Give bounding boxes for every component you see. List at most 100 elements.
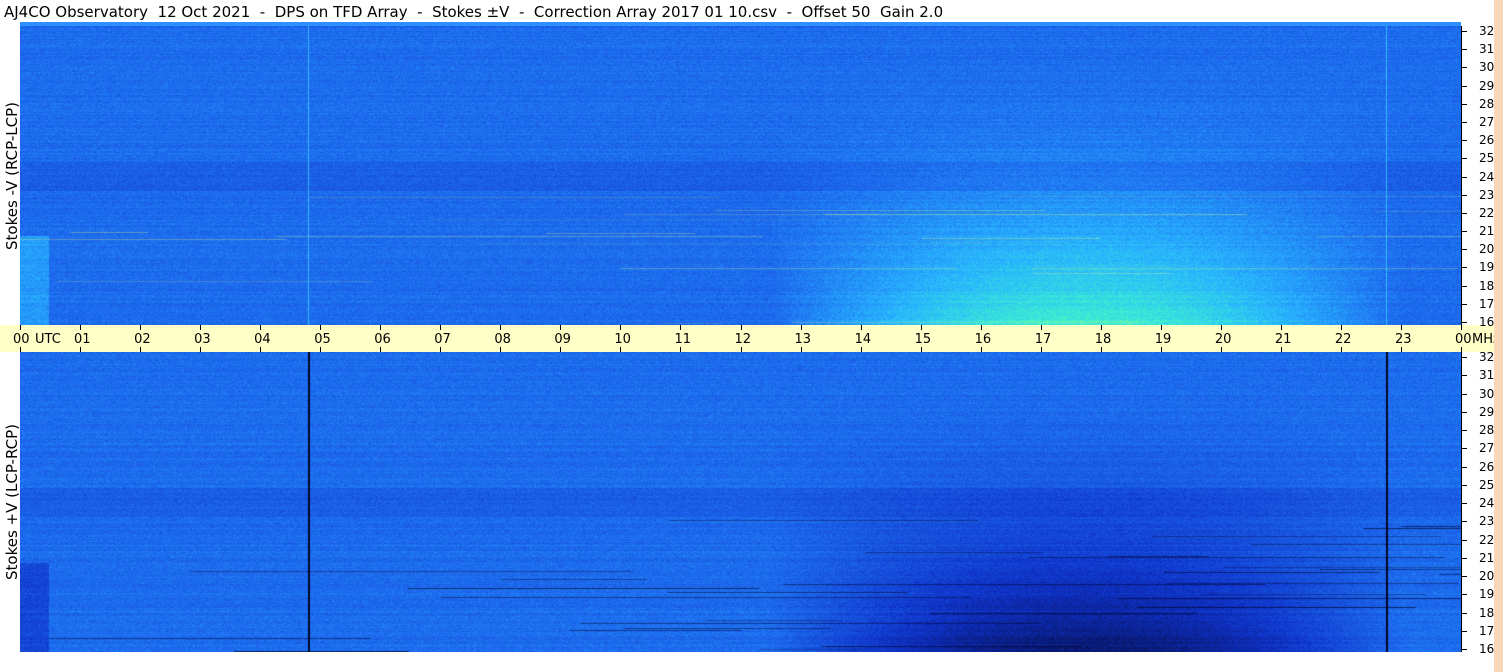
x-tick-mark: [20, 325, 21, 330]
y-tick-mark: [1461, 177, 1467, 178]
y-tick-mark: [1461, 322, 1467, 323]
y-tick-mark: [1461, 104, 1467, 105]
x-tick-label: 05: [314, 332, 331, 347]
x-tick-label: 11: [674, 332, 691, 347]
y-axis-line: [1461, 352, 1462, 652]
ylabel-bottom: Stokes +V (LCP-RCP): [3, 424, 21, 580]
x-tick-mark: [620, 325, 622, 330]
y-tick-label: 27: [1479, 115, 1495, 129]
x-tick-label: 22: [1334, 332, 1352, 347]
y-tick-label: 20: [1479, 569, 1495, 583]
x-tick-label: 01: [74, 332, 91, 347]
x-tick-label: 13: [794, 332, 812, 347]
x-tick-label: 19: [1154, 332, 1172, 347]
x-tick-label: 02: [134, 332, 151, 347]
x-tick-mark: [1100, 325, 1102, 330]
x-tick-mark: [860, 325, 862, 330]
y-tick-label: 18: [1479, 606, 1495, 620]
y-tick-mark: [1461, 503, 1467, 504]
x-tick-label: 20: [1214, 332, 1232, 347]
y-tick-label: 29: [1479, 405, 1495, 419]
page-title: AJ4CO Observatory 12 Oct 2021 - DPS on T…: [4, 3, 944, 21]
y-tick-mark: [1461, 558, 1467, 559]
y-tick-mark: [1461, 357, 1467, 358]
y-tick-label: 24: [1479, 170, 1495, 184]
y-tick-mark: [1461, 140, 1467, 141]
y-tick-mark: [1461, 195, 1467, 196]
y-tick-label: 25: [1479, 478, 1495, 492]
x-tick-label: 12: [734, 332, 752, 347]
y-tick-mark: [1461, 485, 1467, 486]
x-tick-mark: [1400, 325, 1402, 330]
y-tick-mark: [1461, 430, 1467, 431]
spectrogram-top: [20, 26, 1461, 325]
x-tick-label: 07: [434, 332, 451, 347]
x-tick-label: 16: [974, 332, 992, 347]
y-tick-mark: [1461, 49, 1467, 50]
y-tick-label: 31: [1479, 42, 1495, 56]
y-tick-mark: [1461, 158, 1467, 159]
heatmap-top: [20, 26, 1461, 325]
y-tick-mark: [1461, 576, 1467, 577]
y-tick-mark: [1461, 649, 1467, 650]
y-tick-mark: [1461, 304, 1467, 305]
x-tick-mark: [560, 325, 562, 330]
x-tick-mark: [740, 325, 742, 330]
x-tick-mark: [920, 325, 922, 330]
x-tick-mark: [680, 325, 682, 330]
x-tick-label: 04: [254, 332, 271, 347]
x-unit-label: UTC: [35, 332, 61, 347]
y-tick-mark: [1461, 540, 1467, 541]
y-tick-label: 20: [1479, 242, 1495, 256]
y-tick-mark: [1461, 249, 1467, 250]
y-tick-label: 19: [1479, 587, 1495, 601]
x-tick-mark: [980, 325, 982, 330]
y-tick-label: 23: [1479, 514, 1495, 528]
y-tick-label: 28: [1479, 97, 1495, 111]
x-tick-mark: [1040, 325, 1042, 330]
y-tick-label: 27: [1479, 441, 1495, 455]
y-tick-label: 28: [1479, 423, 1495, 437]
ylabel-top: Stokes -V (RCP-LCP): [3, 101, 21, 250]
y-tick-label: 21: [1479, 551, 1495, 565]
x-tick-label: 10: [614, 332, 631, 347]
x-tick-mark: [1160, 325, 1162, 330]
y-tick-label: 26: [1479, 133, 1495, 147]
x-tick-mark: [800, 325, 802, 330]
y-tick-label: 23: [1479, 188, 1495, 202]
y-tick-mark: [1461, 86, 1467, 87]
x-tick-label: 21: [1274, 332, 1292, 347]
y-tick-label: 16: [1479, 315, 1495, 329]
x-tick-mark: [1340, 325, 1342, 330]
x-tick-label: 00: [1455, 332, 1472, 347]
y-tick-mark: [1461, 448, 1467, 449]
x-tick-mark: [320, 325, 322, 330]
y-tick-label: 25: [1479, 151, 1495, 165]
y-tick-label: 22: [1479, 533, 1495, 547]
y-tick-mark: [1461, 213, 1467, 214]
y-tick-label: 32: [1479, 24, 1495, 38]
x-tick-label: 06: [374, 332, 391, 347]
y-tick-label: 19: [1479, 260, 1495, 274]
x-tick-mark: [140, 325, 142, 330]
y-tick-mark: [1461, 375, 1467, 376]
heatmap-bottom: [20, 352, 1461, 652]
y-tick-label: 22: [1479, 206, 1495, 220]
y-tick-label: 29: [1479, 79, 1495, 93]
x-tick-label: 08: [494, 332, 511, 347]
y-tick-mark: [1461, 286, 1467, 287]
y-tick-label: 17: [1479, 624, 1495, 638]
x-tick-mark: [260, 325, 262, 330]
x-tick-label: 03: [194, 332, 211, 347]
x-tick-label: 18: [1094, 332, 1112, 347]
y-tick-label: 21: [1479, 224, 1495, 238]
x-tick-mark: [380, 325, 382, 330]
x-tick-mark: [440, 325, 442, 330]
y-axis-line: [1461, 26, 1462, 325]
x-tick-label: 23: [1394, 332, 1412, 347]
x-tick-mark: [1220, 325, 1222, 330]
y-tick-mark: [1461, 412, 1467, 413]
y-tick-label: 26: [1479, 460, 1495, 474]
x-tick-mark: [500, 325, 502, 330]
y-tick-mark: [1461, 267, 1467, 268]
